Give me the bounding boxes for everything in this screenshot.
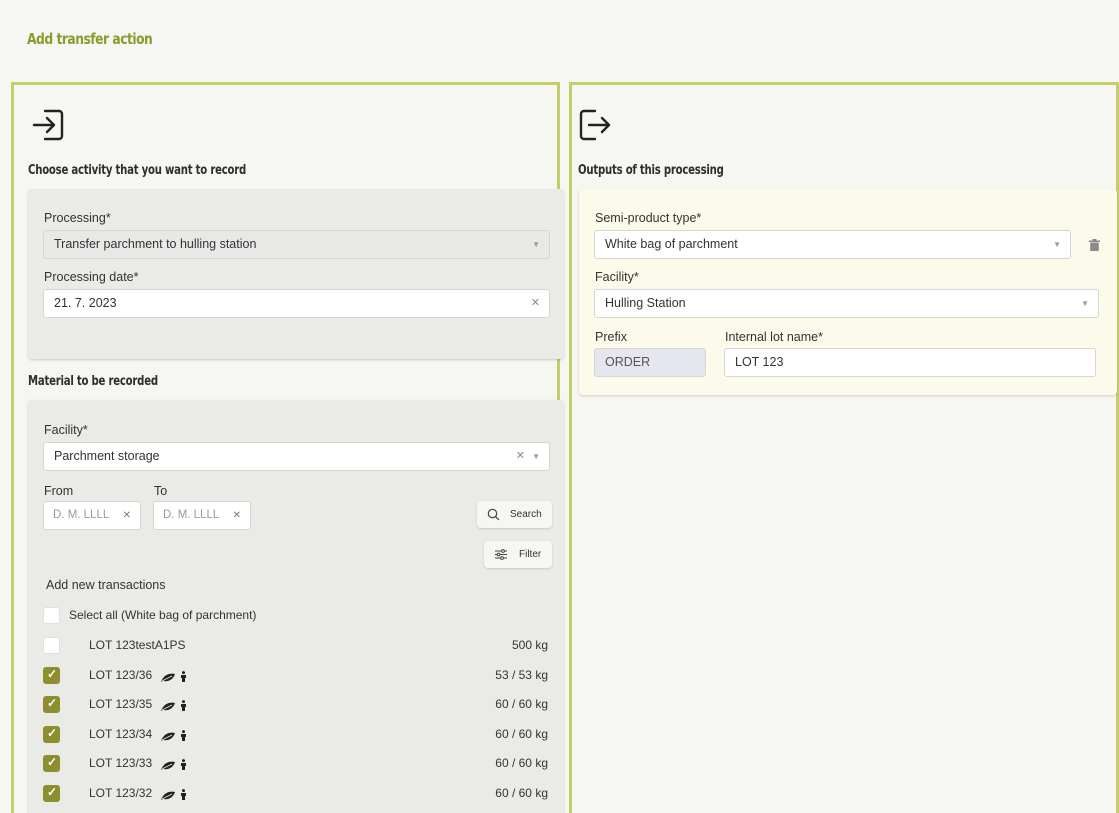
output-facility-label: Facility* [595, 270, 639, 284]
material-card: Facility* Parchment storage ✕ ▼ From To … [28, 400, 564, 813]
filter-label: Filter [519, 549, 542, 560]
leaf-icon [160, 699, 176, 717]
add-new-transactions-label: Add new transactions [46, 578, 166, 592]
person-icon [180, 757, 187, 775]
transaction-quantity: 60 / 60 kg [495, 756, 548, 771]
person-icon [180, 669, 187, 687]
transaction-checkbox[interactable] [43, 637, 60, 654]
clear-date-icon[interactable]: ✕ [531, 290, 540, 317]
from-label: From [44, 484, 74, 498]
facility-select[interactable]: Parchment storage ✕ ▼ [43, 442, 550, 471]
from-date-input[interactable]: D. M. LLLL ✕ [43, 501, 141, 530]
processing-select[interactable]: Transfer parchment to hulling station ▼ [43, 230, 550, 259]
transaction-name: LOT 123/34 [89, 726, 153, 741]
transaction-checkbox[interactable] [43, 755, 60, 773]
processing-label: Processing* [44, 211, 111, 225]
transaction-quantity: 53 / 53 kg [495, 667, 548, 682]
sign-in-icon [32, 109, 64, 141]
person-icon [180, 698, 187, 716]
outputs-section-title: Outputs of this processing [578, 163, 724, 178]
search-icon [487, 508, 500, 521]
trash-icon[interactable] [1089, 239, 1100, 251]
chevron-down-icon: ▼ [1053, 240, 1061, 249]
transaction-quantity: 60 / 60 kg [495, 697, 548, 712]
semi-product-value: White bag of parchment [605, 237, 738, 251]
person-icon [180, 728, 187, 746]
to-date-input[interactable]: D. M. LLLL ✕ [153, 501, 251, 530]
leaf-icon [160, 788, 176, 806]
processing-date-label: Processing date* [44, 270, 139, 284]
output-panel: Outputs of this processing Semi-product … [569, 82, 1119, 813]
output-facility-value: Hulling Station [605, 296, 686, 310]
processing-value: Transfer parchment to hulling station [54, 237, 257, 251]
transaction-quantity: 60 / 60 kg [495, 726, 548, 741]
search-button[interactable]: Search [477, 501, 552, 528]
output-facility-select[interactable]: Hulling Station ▼ [594, 289, 1099, 318]
person-icon [180, 787, 187, 805]
transaction-quantity: 500 kg [511, 638, 548, 652]
leaf-icon [160, 670, 176, 688]
sign-out-icon [579, 109, 611, 141]
transaction-name: LOT 123/32 [89, 786, 153, 800]
facility-label: Facility* [44, 423, 88, 437]
transaction-checkbox[interactable] [43, 666, 60, 684]
clear-facility-icon[interactable]: ✕ [516, 443, 525, 470]
to-date-placeholder: D. M. LLLL [163, 509, 220, 521]
filter-icon [495, 549, 507, 560]
output-card: Semi-product type* White bag of parchmen… [579, 189, 1117, 395]
chevron-down-icon: ▼ [1081, 299, 1089, 308]
processing-date-input[interactable]: 21. 7. 2023 ✕ [43, 289, 550, 318]
transaction-name: LOT 123/36 [89, 667, 153, 682]
material-section-title: Material to be recorded [28, 374, 158, 389]
semi-product-select[interactable]: White bag of parchment ▼ [594, 230, 1071, 259]
search-label: Search [510, 509, 542, 520]
lot-name-value: LOT 123 [735, 355, 784, 369]
transaction-name: LOT 123testA1PS [89, 638, 186, 652]
input-panel: Choose activity that you want to record … [11, 82, 564, 813]
filter-button[interactable]: Filter [484, 541, 552, 568]
prefix-field: ORDER [594, 348, 706, 377]
from-date-placeholder: D. M. LLLL [53, 509, 110, 521]
transaction-quantity: 60 / 60 kg [495, 786, 548, 800]
clear-to-icon[interactable]: ✕ [233, 502, 241, 529]
transaction-name: LOT 123/35 [89, 697, 153, 712]
select-all-label: Select all (White bag of parchment) [69, 608, 257, 622]
chevron-down-icon: ▼ [532, 240, 540, 249]
transaction-name: LOT 123/33 [89, 756, 153, 771]
facility-value: Parchment storage [54, 449, 160, 463]
semi-product-label: Semi-product type* [595, 211, 702, 225]
page-title: Add transfer action [27, 30, 153, 48]
transaction-checkbox[interactable] [43, 785, 60, 802]
chevron-down-icon: ▼ [532, 452, 540, 461]
clear-from-icon[interactable]: ✕ [123, 502, 131, 529]
lot-name-label: Internal lot name* [725, 330, 823, 344]
to-label: To [154, 484, 168, 498]
prefix-label: Prefix [595, 330, 627, 344]
processing-date-value: 21. 7. 2023 [54, 296, 117, 310]
transaction-checkbox[interactable] [43, 725, 60, 743]
activity-section-title: Choose activity that you want to record [28, 163, 247, 178]
activity-card: Processing* Transfer parchment to hullin… [28, 189, 564, 359]
leaf-icon [160, 758, 176, 776]
transaction-checkbox[interactable] [43, 696, 60, 714]
leaf-icon [160, 729, 176, 747]
prefix-value: ORDER [605, 355, 651, 369]
lot-name-input[interactable]: LOT 123 [724, 348, 1096, 377]
select-all-checkbox[interactable] [43, 607, 60, 624]
